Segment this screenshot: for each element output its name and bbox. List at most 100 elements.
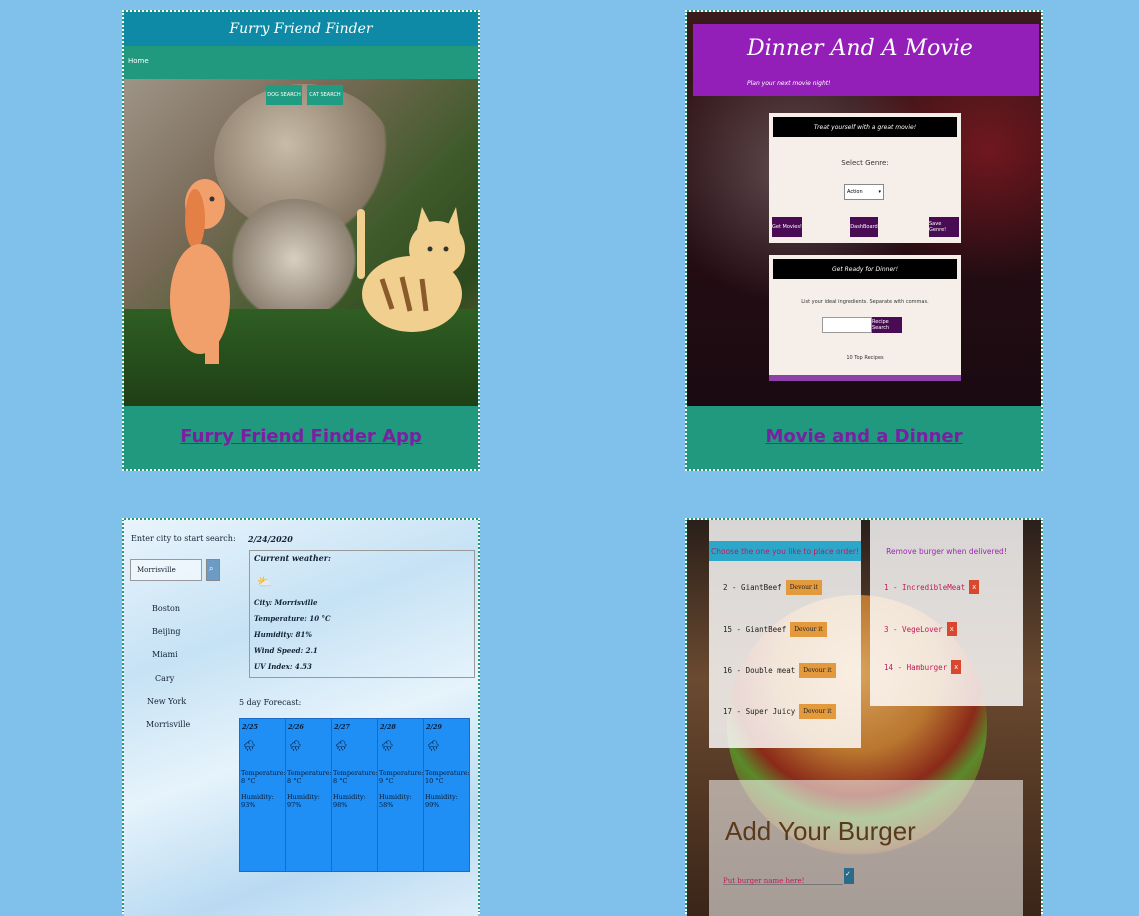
forecast-weather-icon: 🌧 — [335, 741, 348, 752]
forecast-day: 2/29 🌧 Temperature: 10 °C Humidity: 99% — [424, 719, 470, 871]
weather-icon: ⛅ — [257, 575, 272, 589]
recipe-search-button[interactable]: Recipe Search — [872, 317, 902, 333]
forecast-temperature: Temperature: 10 °C — [425, 769, 470, 785]
movie-panel: Treat yourself with a great movie! Selec… — [769, 113, 961, 243]
forecast-date: 2/25 — [242, 723, 258, 731]
forecast-day: 2/28 🌧 Temperature: 9 °C Humidity: 58% — [378, 719, 424, 871]
get-movies-button[interactable]: Get Movies! — [772, 217, 802, 237]
delivered-item: 1 - IncredibleMeat x — [884, 580, 980, 594]
forecast-weather-icon: 🌧 — [381, 741, 394, 752]
city-item-new-york[interactable]: New York — [147, 697, 186, 706]
city-search-input[interactable]: Morrisville — [130, 559, 202, 581]
project-link-movie-dinner[interactable]: Movie and a Dinner — [687, 426, 1041, 447]
current-humidity: Humidity: 81% — [254, 630, 313, 639]
app-nav: Home — [124, 46, 478, 79]
delivered-item: 3 - VegeLover x — [884, 622, 957, 636]
remove-button[interactable]: x — [951, 660, 962, 674]
app-subtitle: Plan your next movie night! — [747, 80, 831, 87]
project-card-furry-friend: Furry Friend Finder Home DOG SEARCH CAT … — [122, 10, 480, 471]
save-genre-button[interactable]: Save Genre! — [929, 217, 959, 237]
forecast-date: 2/26 — [288, 723, 304, 731]
current-weather-label: Current weather: — [254, 553, 331, 563]
dashboard-button[interactable]: DashBoard — [850, 217, 878, 237]
city-search-button[interactable]: ⌕ — [206, 559, 220, 581]
project-screenshot-weather[interactable]: Enter city to start search: Morrisville … — [124, 520, 478, 916]
genre-select[interactable]: Action ▾ — [844, 184, 884, 200]
city-item-morrisville[interactable]: Morrisville — [146, 720, 190, 729]
devour-button[interactable]: Devour it — [785, 580, 823, 595]
devour-button[interactable]: Devour it — [799, 704, 836, 719]
delivered-panel-title: Remove burger when delivered! — [886, 546, 1007, 556]
add-burger-button[interactable]: ✓ — [844, 868, 854, 884]
project-screenshot-movie-dinner[interactable]: Dinner And A Movie Plan your next movie … — [687, 12, 1041, 406]
order-item-label: 16 - Double meat — [723, 666, 796, 675]
forecast-temperature: Temperature: 8 °C — [241, 769, 286, 785]
forecast-weather-icon: 🌧 — [289, 741, 302, 752]
order-item-label: 17 - Super Juicy — [723, 707, 796, 716]
current-wind-speed: Wind Speed: 2.1 — [254, 646, 318, 655]
remove-button[interactable]: x — [946, 622, 957, 636]
project-screenshot-furry-friend[interactable]: Furry Friend Finder Home DOG SEARCH CAT … — [124, 12, 478, 406]
forecast-temperature: Temperature: 8 °C — [333, 769, 378, 785]
city-search-label: Enter city to start search: — [131, 534, 236, 543]
burger-name-input[interactable]: Put burger name here! — [723, 868, 843, 885]
city-item-beijing[interactable]: Beijing — [152, 627, 180, 636]
burger-name-placeholder: Put burger name here! — [723, 877, 805, 885]
forecast-weather-icon: 🌧 — [427, 741, 440, 752]
forecast-temperature: Temperature: 9 °C — [379, 769, 424, 785]
forecast-humidity: Humidity: 93% — [241, 793, 274, 809]
forecast-weather-icon: 🌧 — [243, 741, 256, 752]
order-item: 15 - GiantBeef Devour it — [723, 622, 827, 637]
select-genre-label: Select Genre: — [841, 159, 889, 167]
app-title: Dinner And A Movie — [747, 36, 973, 61]
current-temperature: Temperature: 10 °C — [254, 614, 331, 623]
delivered-item-label: 14 - Hamburger — [884, 662, 948, 672]
order-item: 16 - Double meat Devour it — [723, 663, 836, 678]
order-item-label: 15 - GiantBeef — [723, 625, 787, 634]
devour-button[interactable]: Devour it — [799, 663, 836, 678]
current-weather-box: Current weather: ⛅ City: Morrisville Tem… — [249, 550, 475, 678]
devour-button[interactable]: Devour it — [790, 622, 827, 637]
cat-search-button[interactable]: CAT SEARCH — [307, 85, 343, 105]
dog-search-button[interactable]: DOG SEARCH — [266, 85, 302, 105]
cartoon-cat-icon — [357, 207, 465, 332]
delivered-panel: Remove burger when delivered! 1 - Incred… — [870, 520, 1023, 706]
order-panel: Choose the one you like to place order! … — [709, 520, 861, 748]
city-item-boston[interactable]: Boston — [152, 604, 180, 613]
forecast-humidity: Humidity: 58% — [379, 793, 412, 809]
current-date: 2/24/2020 — [248, 534, 293, 544]
project-card-burger: Choose the one you like to place order! … — [685, 518, 1043, 916]
app-header-banner: Dinner And A Movie Plan your next movie … — [693, 24, 1039, 96]
order-item: 2 - GiantBeef Devour it — [723, 580, 823, 595]
project-card-movie-dinner: Dinner And A Movie Plan your next movie … — [685, 10, 1043, 471]
forecast-day: 2/27 🌧 Temperature: 8 °C Humidity: 98% — [332, 719, 378, 871]
forecast-grid: 2/25 🌧 Temperature: 8 °C Humidity: 93% 2… — [239, 718, 470, 872]
movie-panel-title: Treat yourself with a great movie! — [773, 117, 957, 137]
forecast-humidity: Humidity: 99% — [425, 793, 458, 809]
ingredients-input[interactable] — [822, 317, 872, 333]
order-item-label: 2 - GiantBeef — [723, 583, 782, 592]
city-item-cary[interactable]: Cary — [155, 674, 174, 683]
dog-photo-shape — [224, 199, 364, 319]
forecast-humidity: Humidity: 97% — [287, 793, 320, 809]
dinner-panel: Get Ready for Dinner! List your ideal in… — [769, 255, 961, 381]
forecast-date: 2/28 — [380, 723, 396, 731]
project-screenshot-burger[interactable]: Choose the one you like to place order! … — [687, 520, 1041, 916]
city-item-miami[interactable]: Miami — [152, 650, 178, 659]
forecast-date: 2/27 — [334, 723, 350, 731]
delivered-item-label: 1 - IncredibleMeat — [884, 582, 966, 592]
cartoon-dog-icon — [170, 179, 230, 364]
ingredients-hint: List your ideal ingredients. Separate wi… — [801, 299, 929, 305]
project-link-furry-friend[interactable]: Furry Friend Finder App — [124, 426, 478, 447]
add-burger-panel: Add Your Burger Put burger name here! ✓ — [709, 780, 1023, 916]
delivered-item-label: 3 - VegeLover — [884, 624, 943, 634]
nav-home-link[interactable]: Home — [128, 57, 149, 65]
search-icon: ⌕ — [209, 564, 214, 573]
hero-photo — [124, 79, 478, 406]
remove-button[interactable]: x — [969, 580, 980, 594]
project-card-weather: Enter city to start search: Morrisville … — [122, 518, 480, 916]
delivered-item: 14 - Hamburger x — [884, 660, 962, 674]
current-city: City: Morrisville — [254, 598, 318, 607]
forecast-temperature: Temperature: 8 °C — [287, 769, 332, 785]
city-search-value: Morrisville — [137, 566, 176, 574]
